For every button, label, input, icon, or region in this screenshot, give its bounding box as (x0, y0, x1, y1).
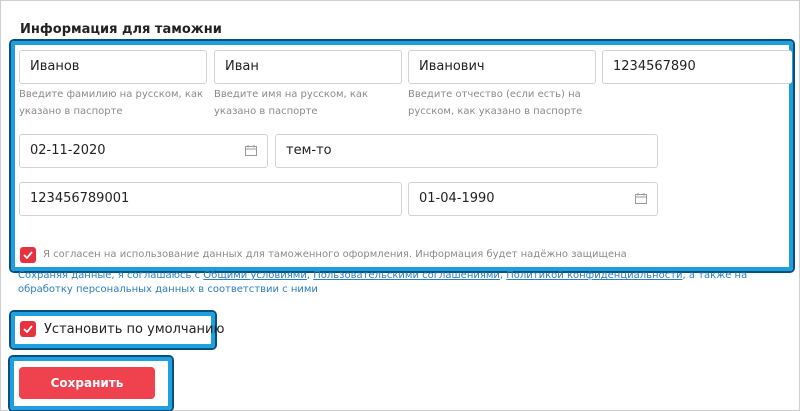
birth-date-input[interactable]: 01-04-1990 (408, 182, 658, 216)
set-default-checkbox[interactable] (20, 321, 36, 337)
last-name-hint: Введите фамилию на русском, как указано … (19, 89, 204, 117)
checkmark-icon (23, 325, 33, 333)
first-name-value: Иван (225, 59, 259, 74)
birth-date-value: 01-04-1990 (419, 191, 495, 206)
calendar-icon[interactable] (635, 193, 647, 204)
passport-date-input[interactable]: 02-11-2020 (19, 134, 268, 168)
passport-date-value: 02-11-2020 (30, 143, 106, 158)
calendar-icon[interactable] (245, 145, 257, 156)
patronymic-value: Иванович (419, 59, 485, 74)
first-name-input[interactable]: Иван (214, 50, 402, 84)
checkmark-icon (23, 251, 33, 259)
issued-by-input[interactable]: тем-то (275, 134, 658, 168)
issued-by-value: тем-то (286, 143, 332, 158)
privacy-policy-link[interactable]: Политикой конфиденциальности (506, 270, 682, 281)
consent-checkbox[interactable] (20, 247, 36, 263)
customs-form-panel: Информация для таможни Иванов Введите фа… (0, 0, 800, 411)
terms-text: Сохраняя данные, я соглашаюсь с Общими у… (18, 269, 778, 297)
phone-input[interactable]: 1234567890 (602, 50, 792, 84)
patronymic-hint: Введите отчество (если есть) на русском,… (408, 89, 583, 117)
patronymic-input[interactable]: Иванович (408, 50, 596, 84)
user-agreements-link[interactable]: Пользовательскими соглашениями (313, 270, 500, 281)
section-title: Информация для таможни (20, 22, 222, 37)
inn-value: 123456789001 (30, 191, 130, 206)
consent-label: Я согласен на использование данных для т… (43, 249, 627, 260)
terms-prefix: Сохраняя данные, я соглашаюсь с (18, 270, 204, 281)
phone-value: 1234567890 (613, 59, 696, 74)
save-button[interactable]: Сохранить (19, 367, 155, 399)
inn-input[interactable]: 123456789001 (19, 182, 402, 216)
last-name-input[interactable]: Иванов (19, 50, 207, 84)
set-default-label[interactable]: Установить по умолчанию (44, 322, 224, 337)
general-terms-link[interactable]: Общими условиями (203, 270, 307, 281)
first-name-hint: Введите имя на русском, как указано в па… (214, 89, 369, 117)
last-name-value: Иванов (30, 59, 80, 74)
